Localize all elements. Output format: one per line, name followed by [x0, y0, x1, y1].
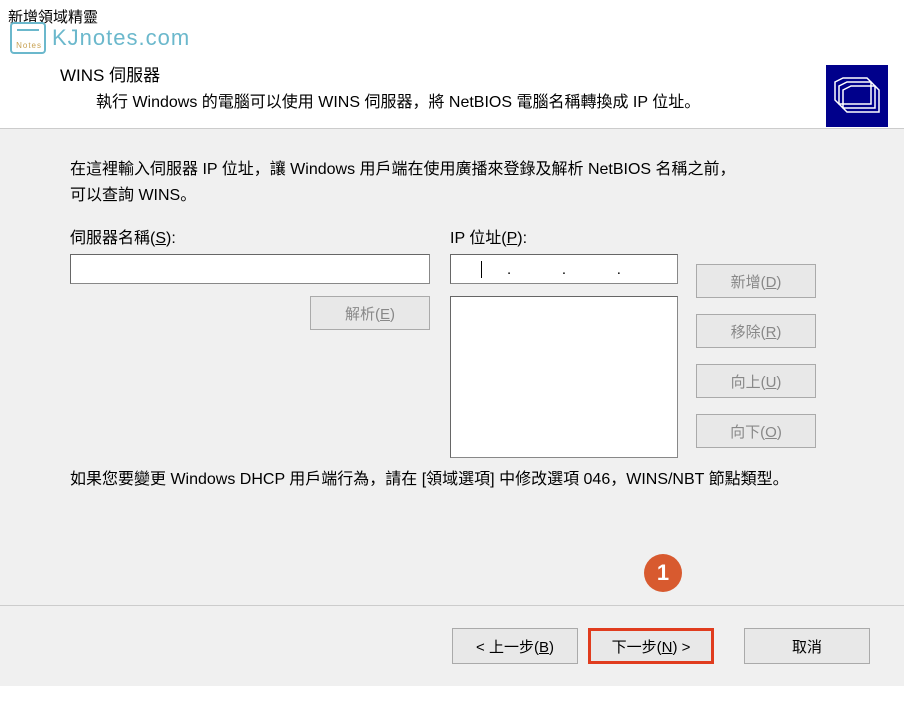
down-button[interactable]: 向下(O) [696, 414, 816, 448]
cancel-button[interactable]: 取消 [744, 628, 870, 664]
remove-button[interactable]: 移除(R) [696, 314, 816, 348]
next-button[interactable]: 下一步(N) > [588, 628, 714, 664]
instruction-text: 在這裡輸入伺服器 IP 位址，讓 Windows 用戶端在使用廣播來登錄及解析 … [70, 157, 834, 208]
watermark: KJnotes.com [10, 22, 190, 54]
up-button[interactable]: 向上(U) [696, 364, 816, 398]
server-name-input[interactable] [70, 254, 430, 284]
back-button[interactable]: < 上一步(B) [452, 628, 578, 664]
watermark-text: KJnotes.com [52, 25, 190, 51]
ip-listbox[interactable] [450, 296, 678, 458]
resolve-button[interactable]: 解析(E) [310, 296, 430, 330]
dhcp-note: 如果您要變更 Windows DHCP 用戶端行為，請在 [領域選項] 中修改選… [70, 468, 834, 492]
wizard-title: WINS 伺服器 [60, 61, 884, 86]
annotation-badge: 1 [644, 554, 682, 592]
add-button[interactable]: 新增(D) [696, 264, 816, 298]
wizard-footer: 1 < 上一步(B) 下一步(N) > 取消 [0, 605, 904, 686]
watermark-icon [10, 22, 46, 54]
ip-address-input[interactable]: . . . [450, 254, 678, 284]
ip-address-label: IP 位址(P): [450, 224, 678, 248]
wizard-description: 執行 Windows 的電腦可以使用 WINS 伺服器，將 NetBIOS 電腦… [96, 88, 884, 112]
wizard-content: 在這裡輸入伺服器 IP 位址，讓 Windows 用戶端在使用廣播來登錄及解析 … [0, 129, 904, 605]
server-name-label: 伺服器名稱(S): [70, 224, 430, 248]
folder-icon [826, 65, 888, 127]
